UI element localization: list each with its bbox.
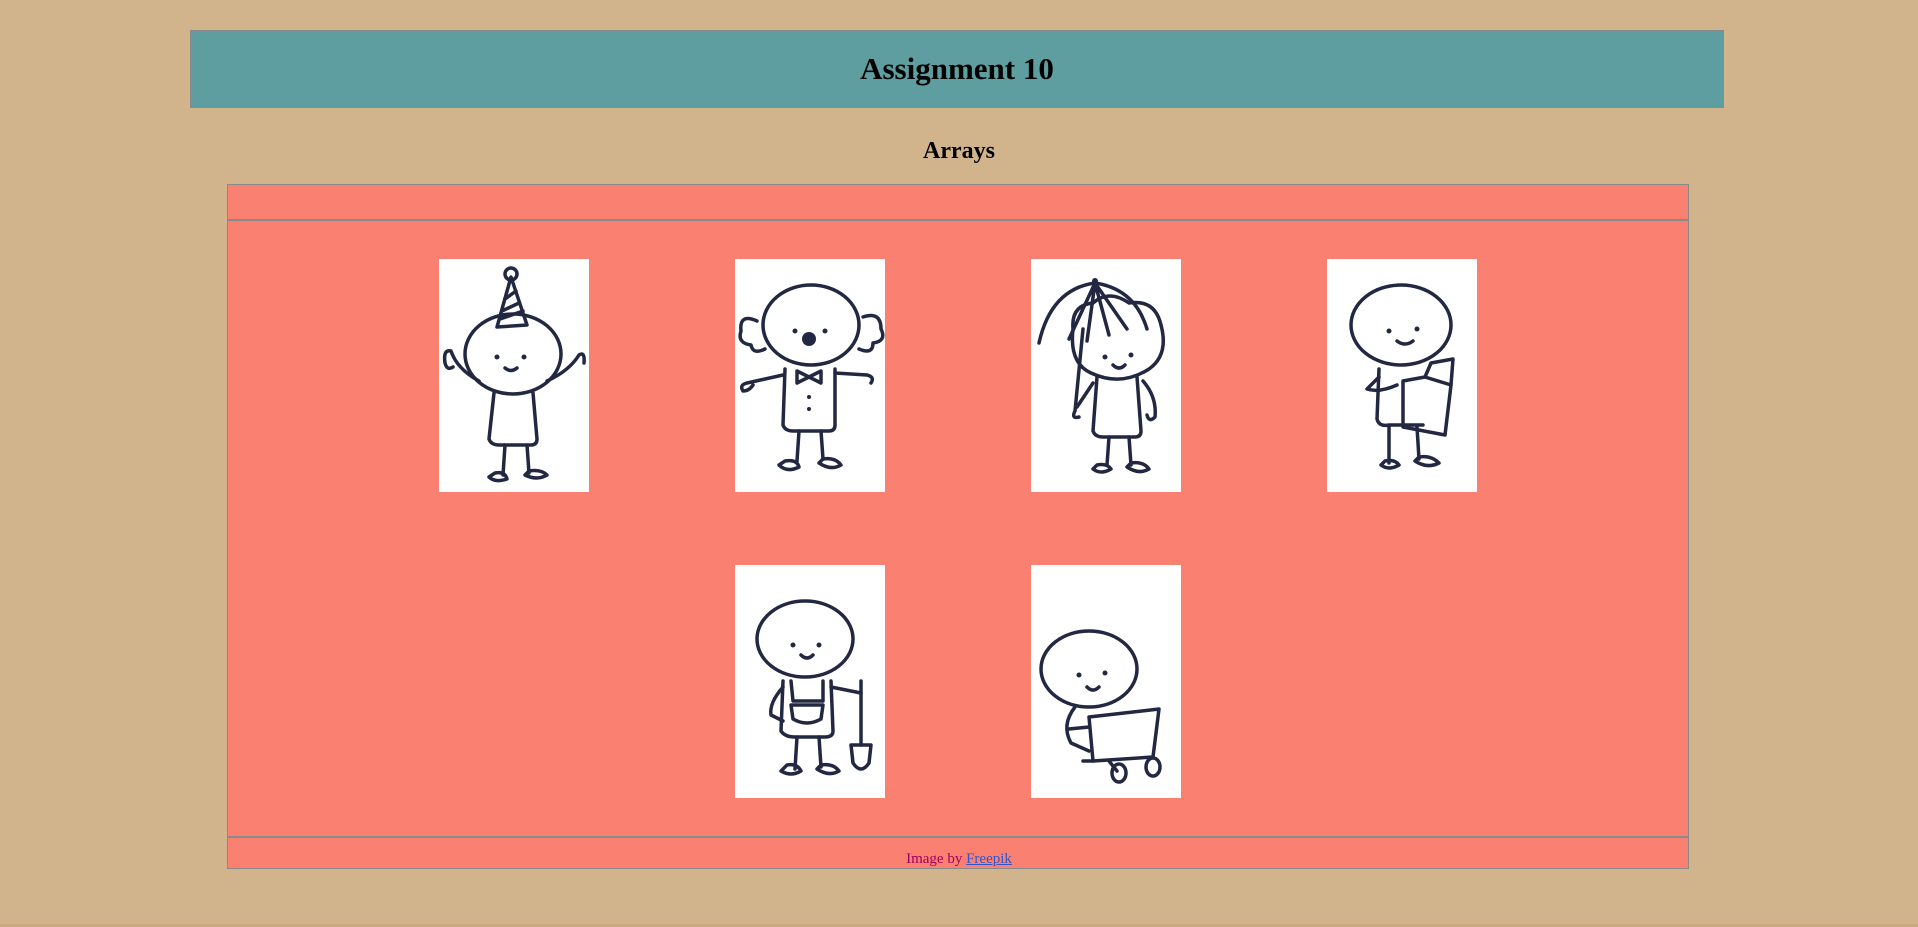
gallery-image-party-hat[interactable] bbox=[439, 259, 589, 492]
gallery-image-reading[interactable] bbox=[1327, 259, 1477, 492]
clown-stick-figure-icon bbox=[738, 283, 885, 472]
freepik-link[interactable]: Freepik bbox=[966, 851, 1012, 867]
section-subtitle: Arrays bbox=[923, 138, 995, 164]
credit-prefix: Image by bbox=[906, 851, 963, 867]
laptop-stick-figure-icon bbox=[1039, 629, 1162, 784]
umbrella-stick-figure-icon bbox=[1037, 278, 1165, 474]
image-credit: Image by Freepik bbox=[0, 851, 1918, 868]
party-hat-stick-figure-icon bbox=[442, 266, 586, 483]
page-title: Assignment 10 bbox=[860, 51, 1054, 86]
gallery-image-clown[interactable] bbox=[735, 259, 885, 492]
reading-stick-figure-icon bbox=[1349, 283, 1455, 470]
gallery-top-bar bbox=[228, 185, 1688, 221]
page-header: Assignment 10 bbox=[190, 30, 1724, 108]
gallery-image-umbrella[interactable] bbox=[1031, 259, 1181, 492]
gallery-image-laptop[interactable] bbox=[1031, 565, 1181, 798]
gardener-shovel-stick-figure-icon bbox=[755, 599, 873, 776]
image-gallery-panel bbox=[227, 184, 1689, 869]
gallery-bottom-rule bbox=[228, 836, 1688, 838]
gallery-image-gardener[interactable] bbox=[735, 565, 885, 798]
